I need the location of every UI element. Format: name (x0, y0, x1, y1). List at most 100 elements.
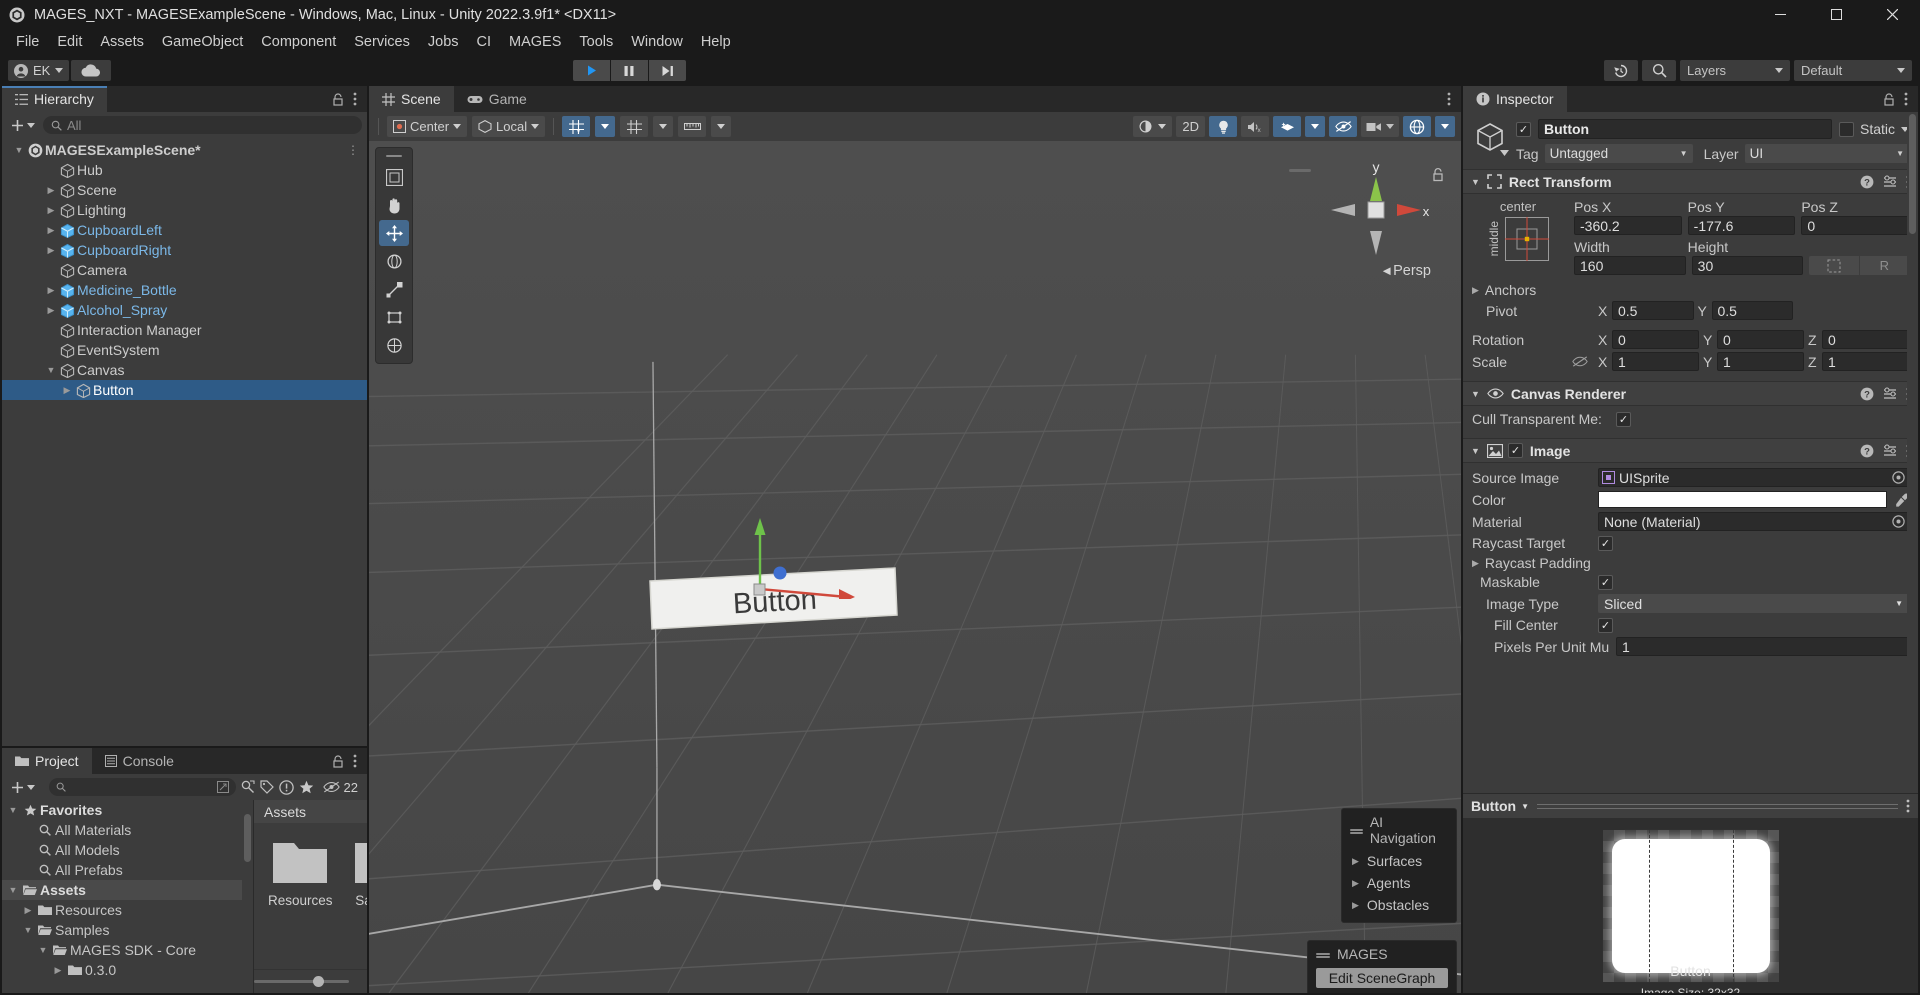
project-tree-scrollbar[interactable] (242, 800, 253, 993)
close-button[interactable] (1864, 0, 1920, 29)
move-tool-button[interactable] (379, 220, 409, 246)
tool-palette-grip[interactable] (386, 155, 402, 157)
error-filter-button[interactable] (279, 777, 294, 797)
rotation-x-input[interactable]: 0 (1612, 330, 1699, 349)
tag-dropdown[interactable]: Untagged ▼ (1545, 144, 1693, 163)
tab-project[interactable]: Project (2, 748, 92, 774)
project-tree-item-all-prefabs[interactable]: All Prefabs (2, 860, 253, 880)
hidden-count-badge[interactable]: 22 (319, 777, 362, 797)
rotation-z-input[interactable]: 0 (1822, 330, 1909, 349)
object-enabled-checkbox[interactable]: ✓ (1516, 122, 1531, 137)
pivot-rotation-dropdown[interactable]: Local (472, 116, 545, 137)
chevron-down-icon[interactable]: ▼ (1471, 446, 1480, 456)
fill-center-checkbox[interactable]: ✓ (1598, 618, 1613, 633)
hierarchy-item-interaction-manager[interactable]: Interaction Manager (2, 320, 367, 340)
view-orientation-gizmo[interactable]: y x (1321, 155, 1431, 265)
asset-size-slider[interactable] (254, 980, 349, 983)
project-search-input[interactable] (49, 778, 236, 796)
project-tree-item-resources[interactable]: ▶Resources (2, 900, 253, 920)
tab-hierarchy[interactable]: Hierarchy (2, 86, 107, 112)
kebab-menu-icon[interactable] (353, 754, 357, 768)
camera-settings-button[interactable] (1361, 116, 1399, 137)
hierarchy-item-magesexamplescene[interactable]: ▼MAGESExampleScene*⋮ (2, 140, 367, 160)
width-input[interactable]: 160 (1574, 256, 1686, 275)
kebab-menu-icon[interactable]: ⋮ (347, 143, 359, 157)
scene-fx-dropdown[interactable] (1305, 116, 1325, 137)
project-tree-item-favorites[interactable]: ▼Favorites (2, 800, 253, 820)
expander-down-icon[interactable]: ▼ (44, 365, 58, 375)
kebab-menu-icon[interactable] (353, 92, 357, 106)
scale-x-input[interactable]: 1 (1612, 352, 1699, 371)
kebab-menu-icon[interactable] (1904, 92, 1908, 106)
object-picker-icon[interactable] (1892, 515, 1905, 528)
gameobject-icon[interactable] (1472, 119, 1508, 155)
expander-right-icon[interactable]: ▶ (44, 225, 58, 236)
pan-tool-button[interactable] (379, 192, 409, 218)
hierarchy-item-medicine-bottle[interactable]: ▶Medicine_Bottle (2, 280, 367, 300)
expander-right-icon[interactable]: ▶ (44, 205, 58, 216)
grid-visibility-dropdown[interactable] (653, 116, 673, 137)
hierarchy-item-scene[interactable]: ▶Scene (2, 180, 367, 200)
expander-down-icon[interactable]: ▼ (6, 805, 20, 815)
material-field[interactable]: None (Material) (1598, 512, 1909, 531)
kebab-menu-icon[interactable] (1447, 92, 1451, 106)
constrain-proportions-icon[interactable] (1572, 355, 1588, 368)
pixels-per-unit-input[interactable]: 1 (1616, 637, 1909, 656)
expander-down-icon[interactable]: ▼ (6, 885, 20, 895)
preset-icon[interactable] (1883, 444, 1897, 458)
lock-icon[interactable] (332, 755, 344, 768)
hierarchy-add-button[interactable] (7, 119, 39, 132)
source-image-field[interactable]: UISprite (1598, 468, 1909, 487)
transform-tool-button[interactable] (379, 332, 409, 358)
menu-item-component[interactable]: Component (252, 32, 345, 52)
help-icon[interactable]: ? (1860, 444, 1874, 458)
image-type-dropdown[interactable]: Sliced ▼ (1598, 594, 1909, 613)
asset-size-slider-knob[interactable] (313, 976, 324, 987)
menu-item-gameobject[interactable]: GameObject (153, 32, 252, 52)
asset-item[interactable]: Resources (268, 837, 333, 908)
hierarchy-item-button[interactable]: ▶Button (2, 380, 367, 400)
hierarchy-item-camera[interactable]: Camera (2, 260, 367, 280)
preset-icon[interactable] (1883, 175, 1897, 189)
rotate-tool-button[interactable] (379, 248, 409, 274)
tab-console[interactable]: Console (92, 748, 187, 774)
ai-nav-item-agents[interactable]: ▶ Agents (1342, 872, 1456, 894)
filter-type-button[interactable] (241, 777, 255, 797)
snap-increment-button[interactable] (678, 116, 706, 137)
menu-item-window[interactable]: Window (622, 32, 692, 52)
tab-game[interactable]: Game (454, 86, 540, 112)
scale-y-input[interactable]: 1 (1717, 352, 1804, 371)
undo-history-button[interactable] (1604, 60, 1638, 81)
anchor-preset[interactable]: center middle (1472, 199, 1564, 279)
ai-nav-item-surfaces[interactable]: ▶ Surfaces (1342, 850, 1456, 872)
mages-overlay[interactable]: MAGES Edit SceneGraph (1307, 940, 1457, 993)
scene-lighting-toggle[interactable] (1209, 116, 1237, 137)
menu-item-ci[interactable]: CI (468, 32, 501, 52)
ai-navigation-header[interactable]: AI Navigation (1342, 813, 1456, 850)
scene-fx-toggle[interactable] (1273, 116, 1301, 137)
tab-scene[interactable]: Scene (369, 86, 454, 112)
raw-edit-button[interactable]: R (1860, 256, 1909, 275)
menu-item-tools[interactable]: Tools (570, 32, 622, 52)
menu-item-services[interactable]: Services (345, 32, 419, 52)
hierarchy-item-lighting[interactable]: ▶Lighting (2, 200, 367, 220)
chevron-down-icon[interactable]: ▼ (1471, 389, 1480, 399)
hierarchy-item-cupboardleft[interactable]: ▶CupboardLeft (2, 220, 367, 240)
play-button[interactable] (573, 60, 610, 81)
rotation-y-input[interactable]: 0 (1717, 330, 1804, 349)
asset-items[interactable]: ResourcesSamplesSettingsTextMesh ...{ }U… (254, 823, 367, 969)
layout-dropdown[interactable]: Default (1794, 60, 1912, 81)
help-icon[interactable]: ? (1860, 387, 1874, 401)
menu-item-file[interactable]: File (7, 32, 48, 52)
scale-z-input[interactable]: 1 (1822, 352, 1909, 371)
cloud-button[interactable] (71, 60, 111, 81)
project-tree-item-0.3.0[interactable]: ▶0.3.0 (2, 960, 253, 980)
filter-label-button[interactable] (260, 777, 274, 797)
scale-tool-button[interactable] (379, 276, 409, 302)
grid-snap-toggle[interactable]: y (562, 116, 590, 137)
hidden-objects-toggle[interactable] (1329, 116, 1357, 137)
hierarchy-search-input[interactable]: All (43, 116, 362, 134)
project-tree-item-all-models[interactable]: All Models (2, 840, 253, 860)
chevron-down-icon[interactable]: ▼ (1471, 177, 1480, 187)
preview-name-dropdown[interactable]: Button ▼ (1471, 798, 1529, 814)
